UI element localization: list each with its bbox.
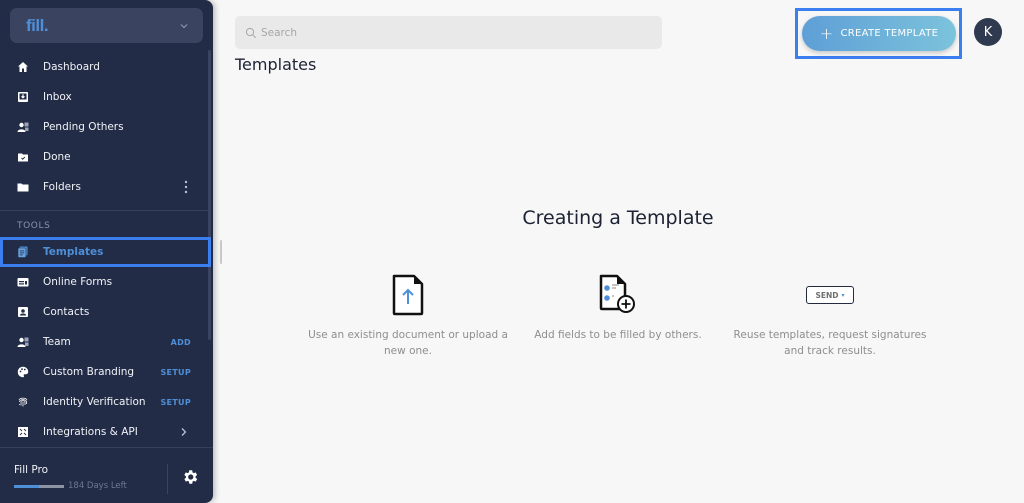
inbox-icon bbox=[17, 91, 29, 103]
palette-icon bbox=[17, 366, 29, 378]
sidebar-resize-handle[interactable] bbox=[220, 240, 222, 264]
puzzle-icon bbox=[17, 426, 29, 438]
team-add-link[interactable]: ADD bbox=[171, 338, 191, 347]
step-send: SEND ▾ Reuse templates, request signatur… bbox=[730, 273, 930, 359]
step-upload: Use an existing document or upload a new… bbox=[308, 273, 508, 359]
send-button-icon: SEND ▾ bbox=[806, 286, 854, 304]
sidebar-item-label: Custom Branding bbox=[43, 366, 135, 378]
sidebar-item-label: Contacts bbox=[43, 306, 90, 318]
plus-icon: + bbox=[819, 23, 834, 43]
create-template-button[interactable]: + CREATE TEMPLATE bbox=[802, 16, 956, 51]
contact-icon bbox=[17, 306, 29, 318]
sidebar-item-label: Team bbox=[43, 336, 71, 348]
plan-footer: Fill Pro 184 Days Left bbox=[0, 447, 213, 503]
search-icon bbox=[245, 27, 257, 38]
home-icon bbox=[17, 61, 29, 73]
sidebar-item-label: Pending Others bbox=[43, 121, 124, 133]
custom-branding-setup-link[interactable]: SETUP bbox=[160, 368, 191, 377]
sidebar-item-label: Dashboard bbox=[43, 61, 100, 73]
sidebar-item-templates[interactable]: Templates bbox=[0, 237, 211, 267]
plan-progress-fill bbox=[14, 485, 39, 488]
sidebar-item-done[interactable]: Done bbox=[0, 142, 208, 172]
sidebar-scrollbar[interactable] bbox=[208, 50, 211, 340]
send-icon-label: SEND bbox=[815, 290, 839, 300]
sidebar-item-team[interactable]: Team ADD bbox=[0, 327, 208, 357]
step-add-fields: Add fields to be filled by others. bbox=[518, 273, 718, 343]
team-icon bbox=[17, 336, 29, 348]
page-title: Templates bbox=[235, 55, 317, 74]
sidebar-nav: Dashboard Inbox Pending Others Done Fold… bbox=[0, 52, 211, 447]
sidebar-item-inbox[interactable]: Inbox bbox=[0, 82, 208, 112]
empty-state-title: Creating a Template bbox=[522, 207, 714, 229]
sidebar-item-contacts[interactable]: Contacts bbox=[0, 297, 208, 327]
add-fields-icon bbox=[599, 274, 635, 313]
user-avatar[interactable]: K bbox=[974, 18, 1002, 46]
folder-icon bbox=[17, 181, 29, 193]
sidebar-item-label: Inbox bbox=[43, 91, 72, 103]
fill-logo: fill. bbox=[26, 15, 49, 35]
sidebar-item-dashboard[interactable]: Dashboard bbox=[0, 52, 208, 82]
upload-document-icon bbox=[392, 274, 424, 316]
users-pending-icon bbox=[17, 121, 29, 133]
sidebar-item-custom-branding[interactable]: Custom Branding SETUP bbox=[0, 357, 208, 387]
sidebar-item-label: Done bbox=[43, 151, 71, 163]
sidebar-item-label: Online Forms bbox=[43, 276, 113, 288]
create-template-label: CREATE TEMPLATE bbox=[840, 28, 939, 39]
sidebar-item-folders[interactable]: Folders bbox=[0, 172, 208, 202]
sidebar-item-integrations-api[interactable]: Integrations & API bbox=[0, 417, 208, 447]
sidebar-item-label: Templates bbox=[43, 246, 104, 258]
fingerprint-icon bbox=[17, 396, 29, 408]
chevron-right-icon bbox=[181, 428, 187, 436]
form-icon bbox=[17, 276, 29, 288]
identity-verification-setup-link[interactable]: SETUP bbox=[160, 398, 191, 407]
search-input[interactable] bbox=[261, 26, 641, 39]
sidebar-item-label: Integrations & API bbox=[43, 426, 138, 438]
tools-section-label: TOOLS bbox=[17, 221, 51, 231]
sidebar: fill. Dashboard Inbox Pending Others Don… bbox=[0, 0, 213, 503]
sidebar-item-identity-verification[interactable]: Identity Verification SETUP bbox=[0, 387, 208, 417]
sidebar-item-pending-others[interactable]: Pending Others bbox=[0, 112, 208, 142]
folder-check-icon bbox=[17, 151, 29, 163]
plan-days-left: 184 Days Left bbox=[68, 481, 127, 491]
footer-divider bbox=[167, 464, 168, 494]
workspace-switcher[interactable]: fill. bbox=[10, 8, 203, 43]
plan-name: Fill Pro bbox=[14, 464, 49, 476]
step-description: Reuse templates, request signatures and … bbox=[733, 329, 927, 357]
sidebar-item-online-forms[interactable]: Online Forms bbox=[0, 267, 208, 297]
templates-icon bbox=[17, 246, 29, 258]
step-description: Use an existing document or upload a new… bbox=[308, 329, 508, 357]
search-bar[interactable] bbox=[235, 16, 662, 49]
sidebar-item-label: Folders bbox=[43, 181, 81, 193]
chevron-down-icon bbox=[180, 23, 188, 28]
step-description: Add fields to be filled by others. bbox=[534, 329, 702, 341]
more-vertical-icon[interactable] bbox=[184, 180, 188, 194]
sidebar-item-label: Identity Verification bbox=[43, 396, 146, 408]
create-template-highlight: + CREATE TEMPLATE bbox=[795, 8, 962, 59]
plan-progress-bar bbox=[14, 485, 64, 488]
gear-icon[interactable] bbox=[181, 468, 199, 486]
caret-down-icon: ▾ bbox=[841, 291, 845, 299]
